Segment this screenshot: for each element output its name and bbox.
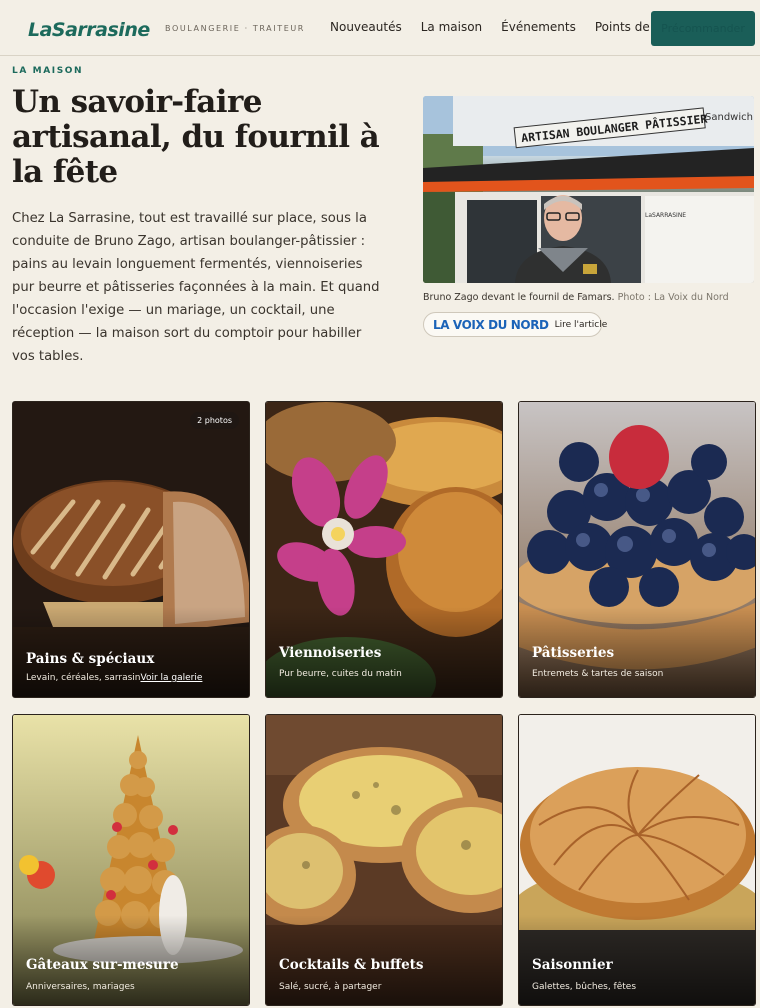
category-card-viennoiseries[interactable]: Viennoiseries Pur beurre, cuites du mati… <box>265 401 503 698</box>
photo-caption-text: Bruno Zago devant le fournil de Famars. <box>423 292 615 303</box>
bakery-storefront-photo: ARTISAN BOULANGER PÂTISSIER Sandwich LaS… <box>423 96 754 283</box>
card-title: Pains & spéciaux <box>26 651 155 667</box>
card-subtitle-row: Levain, céréales, sarrasinVoir la galeri… <box>26 673 202 683</box>
card-subtitle: Anniversaires, mariages <box>26 982 135 992</box>
card-title: Viennoiseries <box>279 645 382 661</box>
card-title: Saisonnier <box>532 957 613 973</box>
site-header: LaSarrasine BOULANGERIE · TRAITEUR Nouve… <box>0 0 760 56</box>
photo-caption: Bruno Zago devant le fournil de Famars. … <box>423 292 754 303</box>
storefront-side-sign: Sandwich <box>705 112 753 123</box>
category-card-saisonnier[interactable]: Saisonnier Galettes, bûches, fêtes <box>518 714 756 1006</box>
gallery-link[interactable]: Voir la galerie <box>141 673 203 683</box>
photo-credit: Photo : La Voix du Nord <box>617 292 729 303</box>
read-article-link[interactable]: Lire l'article <box>555 320 608 330</box>
card-subtitle: Pur beurre, cuites du matin <box>279 669 402 679</box>
category-card-gateaux[interactable]: Gâteaux sur-mesure Anniversaires, mariag… <box>12 714 250 1006</box>
press-article-link[interactable]: LA VOIX DU NORD Lire l'article <box>423 312 607 337</box>
brand-logo[interactable]: LaSarrasine <box>28 19 150 41</box>
press-logo: LA VOIX DU NORD <box>433 317 549 332</box>
intro-paragraph: Chez La Sarrasine, tout est travaillé su… <box>12 211 380 364</box>
category-card-cocktails[interactable]: Cocktails & buffets Salé, sucré, à parta… <box>265 714 503 1006</box>
page-title: Un savoir-faire artisanal, du fournil à … <box>12 84 380 190</box>
section-eyebrow: LA MAISON <box>12 66 84 76</box>
preorder-button[interactable]: Précommander <box>651 11 755 46</box>
card-subtitle: Galettes, bûches, fêtes <box>532 982 637 992</box>
brand-tagline: BOULANGERIE · TRAITEUR <box>165 24 305 33</box>
card-subtitle: Entremets & tartes de saison <box>532 669 664 679</box>
card-title: Cocktails & buffets <box>279 957 424 973</box>
category-card-patisseries[interactable]: Pâtisseries Entremets & tartes de saison <box>518 401 756 698</box>
nav-item-nouveautes[interactable]: Nouveautés <box>330 20 402 34</box>
category-card-pains[interactable]: 2 photos Pains & spéciaux Levain, céréal… <box>12 401 250 698</box>
card-title: Pâtisseries <box>532 645 615 661</box>
nav-item-evenements[interactable]: Événements <box>501 20 576 34</box>
nav-item-la-maison[interactable]: La maison <box>421 20 482 34</box>
card-title: Gâteaux sur-mesure <box>26 957 179 973</box>
photo-count-badge: 2 photos <box>190 412 239 429</box>
card-subtitle: Salé, sucré, à partager <box>279 982 382 992</box>
storefront-window-label: LaSARRASINE <box>645 212 686 219</box>
card-subtitle: Levain, céréales, sarrasin <box>26 673 141 683</box>
